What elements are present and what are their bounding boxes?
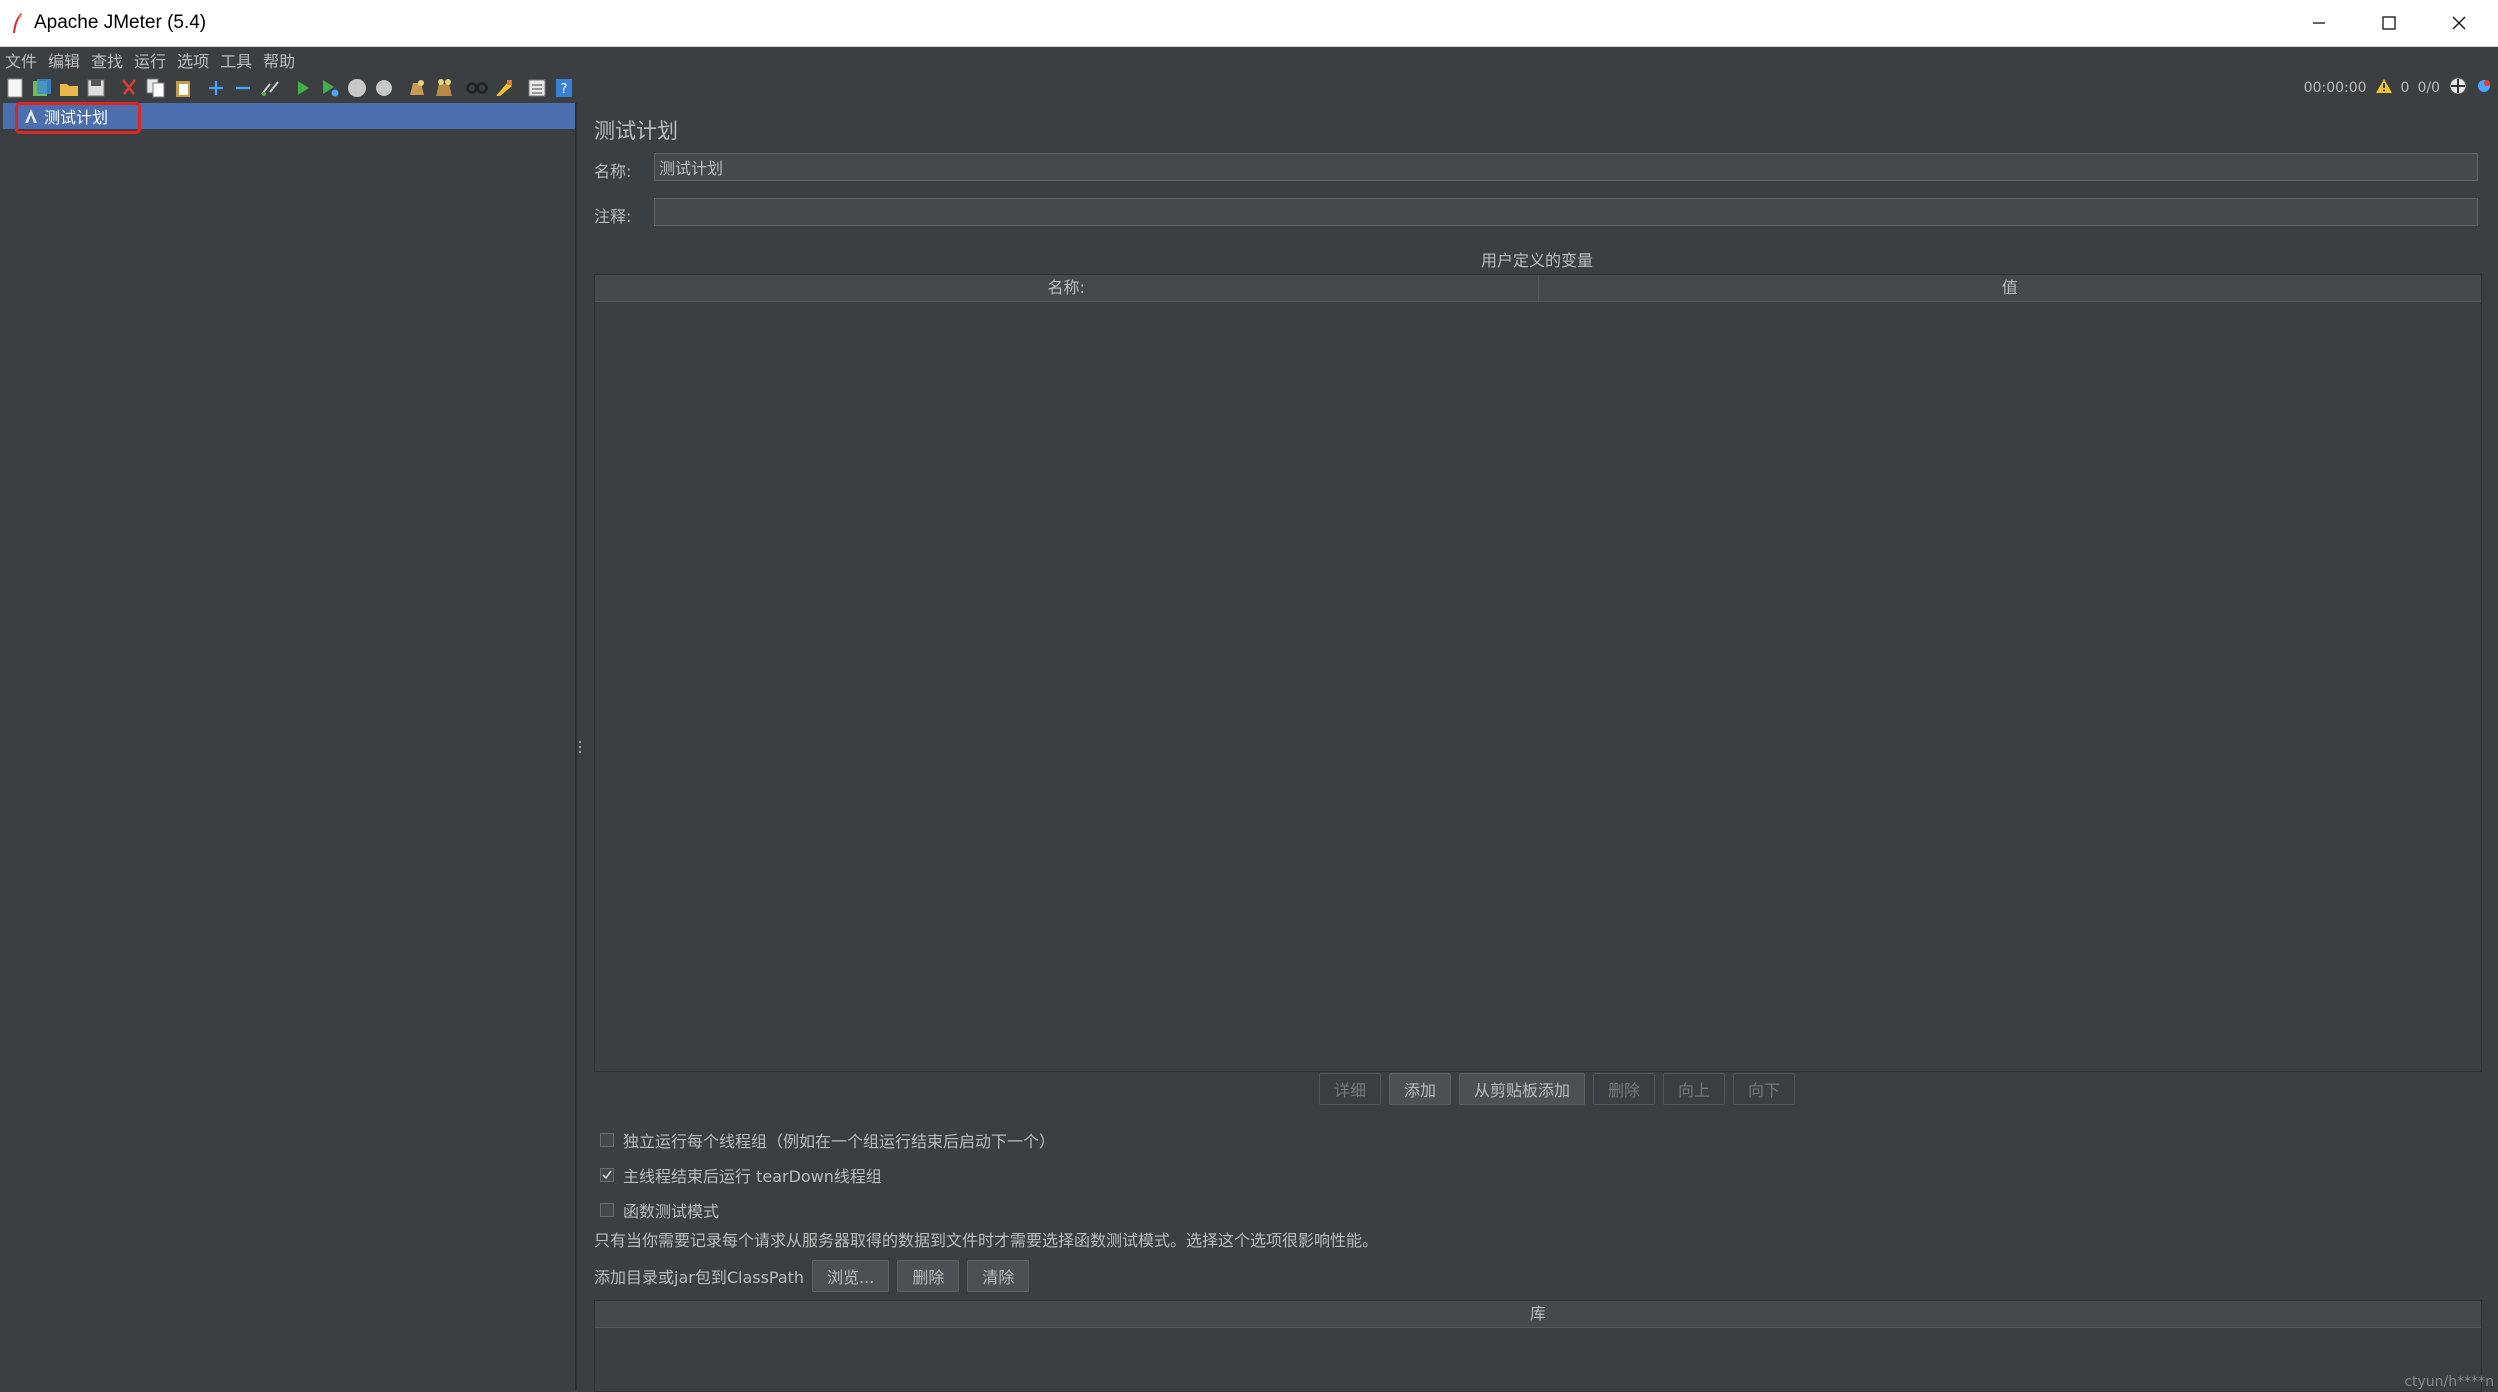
jmeter-feather-icon xyxy=(0,0,34,46)
move-up-button[interactable]: 向上 xyxy=(1663,1073,1726,1105)
highlight-annotation xyxy=(15,102,141,134)
variables-button-row: 详细 添加 从剪贴板添加 删除 向上 向下 xyxy=(584,1073,2490,1105)
splitter-grip-icon xyxy=(578,739,582,754)
cut-icon[interactable] xyxy=(117,76,141,100)
serialize-checkbox[interactable] xyxy=(600,1133,614,1147)
toolbar: ? 00:00:00 0 0/0 xyxy=(0,73,2498,103)
classpath-label: 添加目录或jar包到ClassPath xyxy=(594,1268,805,1287)
copy-icon[interactable] xyxy=(144,76,168,100)
classpath-clear-button[interactable]: 清除 xyxy=(967,1260,1030,1292)
status-area: 00:00:00 0 0/0 xyxy=(2304,73,2492,103)
functional-mode-note: 只有当你需要记录每个请求从服务器取得的数据到文件时才需要选择函数测试模式。选择这… xyxy=(594,1231,1379,1250)
menu-edit[interactable]: 编辑 xyxy=(43,48,86,72)
minimize-button[interactable] xyxy=(2284,0,2354,46)
templates-icon[interactable] xyxy=(30,76,54,100)
toggle-icon[interactable] xyxy=(258,76,282,100)
teardown-label: 主线程结束后运行 tearDown线程组 xyxy=(623,1167,882,1186)
watermark: ctyun/h****n xyxy=(2404,1374,2494,1390)
test-plan-editor: 测试计划 名称: 注释: 用户定义的变量 名称: 值 详细 添加 从剪贴板添加 … xyxy=(584,103,2498,1392)
split-pane-divider[interactable] xyxy=(576,103,583,1390)
maximize-icon xyxy=(2382,16,2396,30)
functional-mode-checkbox[interactable] xyxy=(600,1203,614,1217)
comment-field[interactable] xyxy=(654,198,2478,226)
save-icon[interactable] xyxy=(84,76,108,100)
clear-all-icon[interactable] xyxy=(432,76,456,100)
menu-run[interactable]: 运行 xyxy=(129,48,172,72)
elapsed-time: 00:00:00 xyxy=(2303,80,2367,96)
function-helper-icon[interactable] xyxy=(525,76,549,100)
collapse-icon[interactable] xyxy=(231,76,255,100)
functional-mode-label: 函数测试模式 xyxy=(623,1202,720,1221)
search-icon[interactable] xyxy=(465,76,489,100)
clear-icon[interactable] xyxy=(405,76,429,100)
add-button[interactable]: 添加 xyxy=(1388,1073,1451,1105)
column-header-name[interactable]: 名称: xyxy=(595,275,1538,301)
user-variables-title: 用户定义的变量 xyxy=(1480,251,1593,270)
comment-label: 注释: xyxy=(594,207,632,226)
menu-file[interactable]: 文件 xyxy=(0,48,43,72)
column-header-value[interactable]: 值 xyxy=(1537,275,2482,301)
open-icon[interactable] xyxy=(57,76,81,100)
menu-help[interactable]: 帮助 xyxy=(258,48,301,72)
functional-mode-option[interactable]: 函数测试模式 xyxy=(600,1198,719,1222)
minimize-icon xyxy=(2313,22,2325,24)
stop-icon[interactable] xyxy=(345,76,369,100)
column-header-library[interactable]: 库 xyxy=(595,1301,2481,1327)
move-down-button[interactable]: 向下 xyxy=(1733,1073,1796,1105)
teardown-option[interactable]: 主线程结束后运行 tearDown线程组 xyxy=(600,1163,882,1187)
reset-search-icon[interactable] xyxy=(492,76,516,100)
expand-icon[interactable] xyxy=(204,76,228,100)
close-icon xyxy=(2452,16,2466,30)
paste-icon[interactable] xyxy=(171,76,195,100)
warning-icon[interactable] xyxy=(2375,78,2393,98)
menu-search[interactable]: 查找 xyxy=(86,48,129,72)
new-icon[interactable] xyxy=(3,76,27,100)
add-from-clipboard-button[interactable]: 从剪贴板添加 xyxy=(1458,1073,1585,1105)
user-variables-table[interactable]: 名称: 值 xyxy=(594,274,2482,1072)
menu-options[interactable]: 选项 xyxy=(172,48,215,72)
serialize-threadgroups-option[interactable]: 独立运行每个线程组（例如在一个组运行结束后启动下一个） xyxy=(600,1128,1055,1152)
shutdown-icon[interactable] xyxy=(372,76,396,100)
active-threads: 0/0 xyxy=(2417,80,2440,96)
classpath-delete-button[interactable]: 删除 xyxy=(897,1260,960,1292)
maximize-button[interactable] xyxy=(2354,0,2424,46)
warning-count: 0 xyxy=(2400,80,2410,96)
detail-button[interactable]: 详细 xyxy=(1318,1073,1381,1105)
menu-bar: 文件 编辑 查找 运行 选项 工具 帮助 xyxy=(0,47,2498,73)
name-label: 名称: xyxy=(594,162,632,181)
delete-button[interactable]: 删除 xyxy=(1593,1073,1656,1105)
menu-tools[interactable]: 工具 xyxy=(215,48,258,72)
window-title-bar: Apache JMeter (5.4) xyxy=(0,0,2498,47)
remote-engines-icon[interactable] xyxy=(2448,76,2468,100)
help-icon[interactable]: ? xyxy=(552,76,576,100)
test-plan-tree: 测试计划 xyxy=(3,102,576,1390)
checkmark-icon xyxy=(602,1170,612,1180)
name-field[interactable] xyxy=(654,153,2478,181)
classpath-row: 添加目录或jar包到ClassPath 浏览... 删除 清除 xyxy=(594,1260,1030,1292)
lib-table-header: 库 xyxy=(595,1301,2481,1328)
close-button[interactable] xyxy=(2424,0,2494,46)
log-viewer-icon[interactable] xyxy=(2476,76,2492,100)
page-title: 测试计划 xyxy=(594,119,678,143)
svg-text:?: ? xyxy=(561,82,568,97)
teardown-checkbox[interactable] xyxy=(600,1168,614,1182)
table-header: 名称: 值 xyxy=(595,275,2481,302)
classpath-library-table[interactable]: 库 xyxy=(594,1300,2482,1392)
start-no-pause-icon[interactable] xyxy=(318,76,342,100)
start-icon[interactable] xyxy=(291,76,315,100)
browse-button[interactable]: 浏览... xyxy=(812,1260,890,1292)
window-title: Apache JMeter (5.4) xyxy=(34,12,207,33)
serialize-label: 独立运行每个线程组（例如在一个组运行结束后启动下一个） xyxy=(623,1132,1056,1151)
